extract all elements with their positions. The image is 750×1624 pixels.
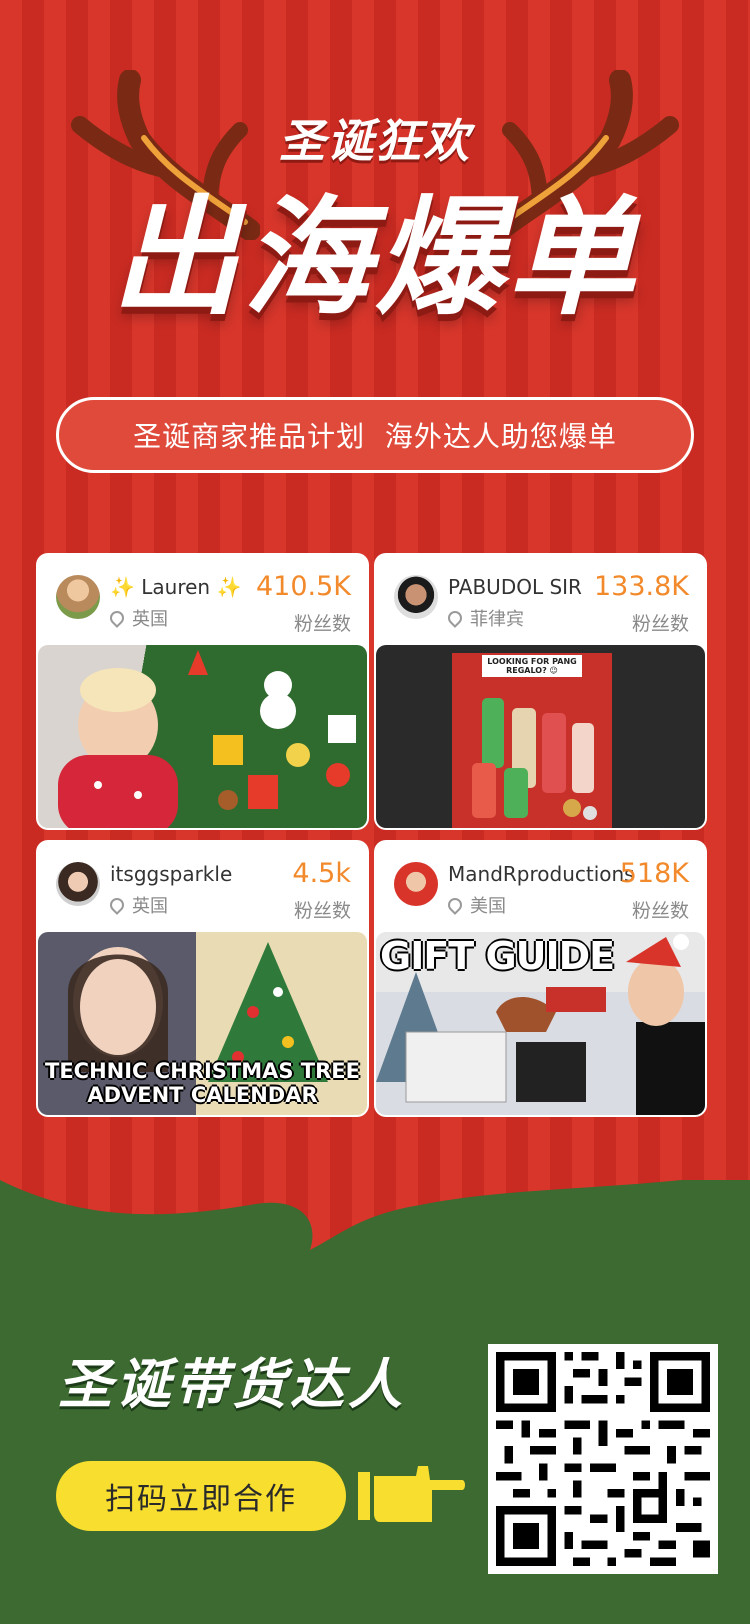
slogan-pill: 圣诞商家推品计划 海外达人助您爆单 [56,397,694,473]
follower-count-label: 粉丝数 [631,613,689,635]
pointing-hand-icon [358,1466,465,1522]
qr-code[interactable] [488,1344,718,1574]
hero-title: 出海爆单 [110,184,639,333]
location-text: 英国 [132,609,168,630]
creator-card-itsggsparkle[interactable]: itsggsparkle 英国 4.5k 粉丝数 TECHNIC CHRISTM… [36,840,369,1117]
follower-count: 518K [619,858,689,889]
location-text: 英国 [132,896,168,917]
top-title: 圣诞狂欢 [279,114,471,168]
follower-count: 4.5k [292,858,351,889]
avatar [56,862,100,906]
creator-card-lauren[interactable]: ✨ Lauren ✨ 英国 410.5K 粉丝数 [36,553,369,830]
creator-card-pabudol-sir[interactable]: PABUDOL SIR 菲律宾 133.8K 粉丝数 LOOKING FOR P… [374,553,707,830]
media-caption: GIFT GUIDE [380,934,615,978]
creator-name: ✨ Lauren ✨ [110,575,242,599]
scan-cooperate-button[interactable]: 扫码立即合作 [56,1461,346,1531]
location: 英国 [107,892,168,918]
media-caption: TECHNIC CHRISTMAS TREE ADVENT CALENDAR [45,1059,360,1107]
slogan-text: 圣诞商家推品计划 海外达人助您爆单 [133,420,617,453]
video-thumbnail[interactable]: GIFT GUIDE [376,932,705,1115]
card-header: ✨ Lauren ✨ 英国 410.5K 粉丝数 [36,553,369,645]
location-pin-icon [445,895,465,915]
avatar [56,575,100,619]
video-thumbnail[interactable] [38,645,367,828]
card-header: PABUDOL SIR 菲律宾 133.8K 粉丝数 [374,553,707,645]
christmas-tree-toy-image [58,650,356,828]
location: 美国 [445,892,506,918]
product-photo: LOOKING FOR PANG REGALO? 😉 [452,653,612,828]
follower-count: 133.8K [593,571,689,602]
qr-code-icon [496,1352,710,1566]
location-text: 菲律宾 [470,609,524,630]
location-pin-icon [445,608,465,628]
avatar [394,862,438,906]
follower-count-label: 粉丝数 [293,613,351,635]
water-bottles-image [472,698,597,820]
follower-count-label: 粉丝数 [631,900,689,922]
creator-card-mandrproductions[interactable]: MandRproductions 美国 518K 粉丝数 GIFT GUIDE [374,840,707,1117]
creator-name: PABUDOL SIR [448,575,582,599]
video-thumbnail[interactable]: LOOKING FOR PANG REGALO? 😉 [376,645,705,828]
video-thumbnail[interactable]: TECHNIC CHRISTMAS TREE ADVENT CALENDAR [38,932,367,1115]
creator-name: itsggsparkle [110,862,233,886]
media-caption: LOOKING FOR PANG REGALO? 😉 [482,655,582,677]
location-pin-icon [107,895,127,915]
cta-label: 扫码立即合作 [105,1482,297,1517]
location-pin-icon [107,608,127,628]
follower-count-label: 粉丝数 [293,900,351,922]
location: 菲律宾 [445,605,524,631]
location: 英国 [107,605,168,631]
location-text: 美国 [470,896,506,917]
avatar [394,575,438,619]
creator-name: MandRproductions [448,862,635,886]
follower-count: 410.5K [255,571,351,602]
card-header: MandRproductions 美国 518K 粉丝数 [374,840,707,932]
card-header: itsggsparkle 英国 4.5k 粉丝数 [36,840,369,932]
footer-title: 圣诞带货达人 [58,1353,406,1416]
